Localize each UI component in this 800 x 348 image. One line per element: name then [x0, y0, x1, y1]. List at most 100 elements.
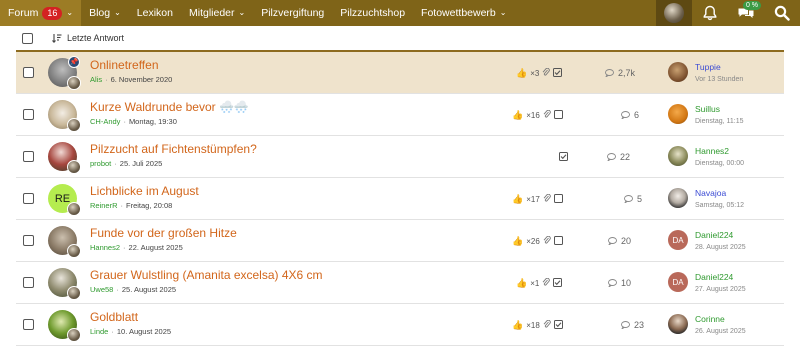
thread-avatar[interactable]: RE — [48, 184, 81, 216]
avatar-initials: RE — [54, 192, 71, 205]
thread-meta: Uwe58 · 25. August 2025 — [90, 285, 177, 294]
like-count: ×26 — [526, 236, 540, 246]
thread-date: 6. November 2020 — [110, 75, 173, 84]
chevron-down-icon: ⌄ — [238, 8, 246, 17]
last-poster-name[interactable]: Tuppie — [695, 62, 721, 72]
thread-row[interactable]: Goldblatt Linde · 10. August 2025 👍 ×18 23… — [16, 304, 784, 346]
nav-item-forum[interactable]: Forum 16 ⌄ — [0, 0, 82, 26]
thread-title[interactable]: Grauer Wulstling (Amanita excelsa) 4X6 c… — [90, 268, 323, 282]
last-post-date[interactable]: Samstag, 05:12 — [695, 202, 744, 209]
last-poster-avatar[interactable]: DA — [668, 272, 688, 292]
nav-item-blog[interactable]: Blog ⌄ — [81, 0, 129, 26]
comment-icon — [624, 195, 633, 203]
comment-icon — [621, 321, 630, 329]
like-count: ×18 — [526, 320, 540, 330]
thread-title[interactable]: Funde vor der großen Hitze — [90, 226, 237, 240]
thread-row[interactable]: 📌 Onlinetreffen Alis · 6. November 2020 👍 … — [16, 52, 784, 94]
last-post-date[interactable]: 28. August 2025 — [695, 244, 746, 251]
thread-title[interactable]: Goldblatt — [90, 310, 138, 324]
thread-stats: 👍 ×26 — [512, 220, 563, 262]
last-poster-mini-avatar — [67, 244, 81, 258]
chevron-down-icon: ⌄ — [499, 8, 507, 17]
nav-item-pilzzuchtshop[interactable]: Pilzzuchtshop — [332, 0, 413, 26]
reply-count-value: 6 — [634, 110, 640, 120]
search-icon — [774, 5, 790, 21]
thread-author[interactable]: ReinerR — [90, 201, 118, 210]
checked-box-icon — [559, 151, 568, 163]
sort-button[interactable]: Letzte Antwort — [52, 33, 124, 43]
last-poster-avatar[interactable]: DA — [668, 230, 688, 250]
last-poster-name[interactable]: Suillus — [695, 104, 720, 114]
thread-avatar[interactable] — [48, 142, 81, 174]
nav-item-mitglieder[interactable]: Mitglieder ⌄ — [181, 0, 253, 26]
last-poster-name[interactable]: Daniel224 — [695, 230, 733, 240]
thread-author[interactable]: Hannes2 — [90, 243, 120, 252]
like-count: ×3 — [530, 68, 540, 78]
thread-title[interactable]: Kurze Waldrunde bevor 🌨️🌨️ — [90, 100, 249, 114]
thumbs-up-icon: 👍 — [512, 235, 524, 246]
thread-checkbox[interactable] — [23, 319, 34, 330]
nav-item-label: Forum — [8, 7, 39, 19]
thumbs-up-icon: 👍 — [516, 67, 528, 78]
thread-row[interactable]: RE Lichblicke im August ReinerR · Freitag,… — [16, 178, 784, 220]
thread-title[interactable]: Onlinetreffen — [90, 58, 159, 72]
unread-badge: 16 — [42, 6, 63, 20]
avatar-initials: DA — [672, 235, 684, 245]
thread-row[interactable]: Funde vor der großen Hitze Hannes2 · 22. A… — [16, 220, 784, 262]
thread-avatar[interactable] — [48, 100, 81, 132]
last-post-date[interactable]: Dienstag, 11:15 — [695, 118, 744, 125]
last-post-date[interactable]: Dienstag, 00:00 — [695, 160, 744, 167]
last-poster-avatar[interactable] — [668, 62, 688, 82]
last-post-date[interactable]: 27. August 2025 — [695, 286, 746, 293]
thread-title[interactable]: Pilzzucht auf Fichtenstümpfen? — [90, 142, 257, 156]
last-post-date[interactable]: Vor 13 Stunden — [695, 76, 743, 83]
thread-stats: 👍 ×3 — [516, 52, 563, 94]
thread-checkbox[interactable] — [23, 109, 34, 120]
last-poster-name[interactable]: Navajoa — [695, 188, 726, 198]
thread-row[interactable]: Kurze Waldrunde bevor 🌨️🌨️ CH-Andy · Monta… — [16, 94, 784, 136]
thread-checkbox[interactable] — [23, 193, 34, 204]
like-count: ×17 — [526, 194, 540, 204]
thread-date: Freitag, 20:08 — [126, 201, 173, 210]
notifications-button[interactable] — [692, 0, 728, 26]
checked-box-icon — [553, 67, 563, 79]
thread-author[interactable]: probot — [90, 159, 111, 168]
thread-avatar[interactable] — [48, 268, 81, 300]
thread-row[interactable]: Grauer Wulstling (Amanita excelsa) 4X6 c… — [16, 262, 784, 304]
nav-item-lexikon[interactable]: Lexikon — [129, 0, 181, 26]
thread-meta: Linde · 10. August 2025 — [90, 327, 172, 336]
thread-stats — [556, 136, 568, 178]
last-post-date[interactable]: 26. August 2025 — [695, 328, 746, 335]
thread-avatar[interactable]: 📌 — [48, 56, 81, 90]
last-poster-avatar[interactable] — [668, 314, 688, 334]
thread-row[interactable]: Pilzzucht auf Fichtenstümpfen? probot · 25… — [16, 136, 784, 178]
thread-author[interactable]: Alis — [90, 75, 102, 84]
last-poster-avatar[interactable] — [668, 104, 688, 124]
pin-icon: 📌 — [68, 56, 80, 68]
nav-item-pilzvergiftung[interactable]: Pilzvergiftung — [253, 0, 332, 26]
thread-checkbox[interactable] — [23, 67, 34, 78]
user-avatar-button[interactable] — [656, 0, 692, 26]
thread-avatar[interactable] — [48, 310, 81, 342]
reply-count: 2,7k — [605, 52, 635, 94]
nav-item-fotowettbewerb[interactable]: Fotowettbewerb ⌄ — [413, 0, 514, 26]
thread-avatar[interactable] — [48, 226, 81, 258]
last-poster-name[interactable]: Daniel224 — [695, 272, 733, 282]
last-poster-avatar[interactable] — [668, 188, 688, 208]
empty-box-icon — [553, 193, 563, 205]
select-all-checkbox[interactable] — [22, 32, 33, 44]
thread-title[interactable]: Lichblicke im August — [90, 184, 199, 198]
conversations-button[interactable]: 0 % — [728, 0, 764, 26]
last-poster-name[interactable]: Corinne — [695, 314, 725, 324]
top-navbar: Forum 16 ⌄ Blog ⌄ Lexikon Mitglieder ⌄ P… — [0, 0, 800, 26]
reply-count: 22 — [607, 136, 630, 178]
last-poster-avatar[interactable] — [668, 146, 688, 166]
thread-checkbox[interactable] — [23, 151, 34, 162]
thread-checkbox[interactable] — [23, 235, 34, 246]
thread-author[interactable]: CH-Andy — [90, 117, 120, 126]
thread-author[interactable]: Uwe58 — [90, 285, 113, 294]
thread-author[interactable]: Linde — [90, 327, 108, 336]
search-button[interactable] — [764, 0, 800, 26]
last-poster-name[interactable]: Hannes2 — [695, 146, 729, 156]
thread-checkbox[interactable] — [23, 277, 34, 288]
